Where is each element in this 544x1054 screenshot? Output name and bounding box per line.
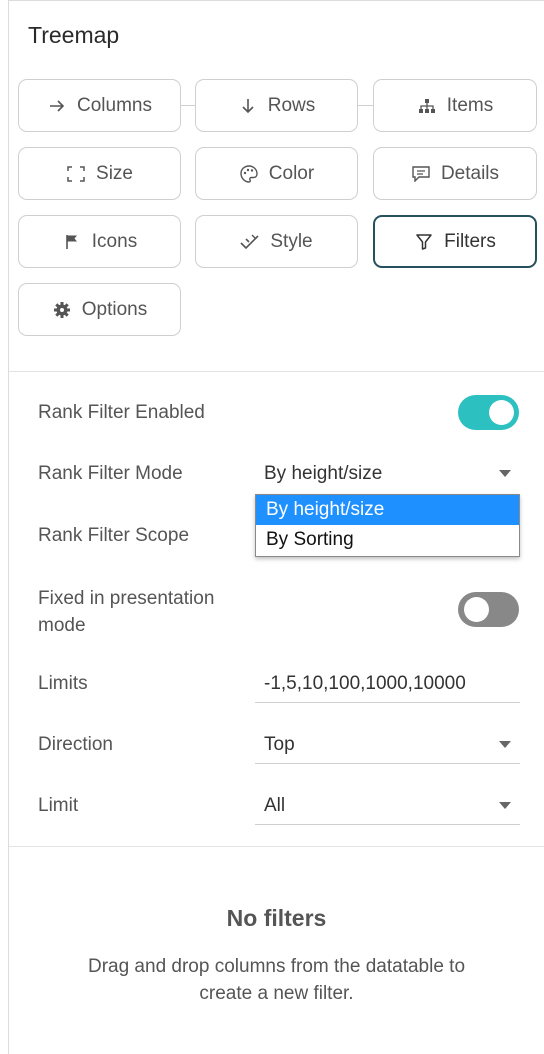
style-button-label: Style — [270, 230, 313, 252]
resize-corners-icon — [66, 164, 86, 184]
size-button-label: Size — [96, 162, 133, 184]
rows-button-label: Rows — [267, 94, 316, 116]
items-button[interactable]: Items — [373, 79, 537, 132]
direction-value: Top — [264, 733, 295, 755]
dropdown-option-by-sorting[interactable]: By Sorting — [256, 525, 519, 555]
rows-button[interactable]: Rows — [195, 79, 358, 132]
no-filters-description: Drag and drop columns from the datatable… — [87, 956, 466, 1004]
toggle-knob — [489, 400, 514, 425]
fixed-presentation-label: Fixed in presentation mode — [38, 588, 215, 636]
arrow-right-icon — [47, 96, 67, 116]
rank-filter-mode-label: Rank Filter Mode — [38, 463, 183, 484]
dropdown-option-by-height-size[interactable]: By height/size — [256, 495, 519, 525]
rank-filter-enabled-label: Rank Filter Enabled — [38, 402, 205, 423]
treemap-settings-panel: Treemap Columns Rows Items Size Color De… — [8, 0, 544, 1054]
chevron-down-icon — [499, 470, 511, 477]
color-button[interactable]: Color — [195, 147, 358, 200]
connector-line — [358, 105, 373, 106]
size-button[interactable]: Size — [18, 147, 181, 200]
columns-button-label: Columns — [77, 94, 152, 116]
rank-filter-scope-label: Rank Filter Scope — [38, 525, 190, 546]
details-button-label: Details — [440, 162, 500, 184]
palette-icon — [239, 164, 259, 184]
comment-details-icon — [411, 164, 431, 184]
items-button-label: Items — [446, 94, 494, 116]
limits-label: Limits — [38, 673, 88, 694]
limits-input[interactable]: -1,5,10,100,1000,10000 — [255, 665, 520, 703]
rank-filter-mode-value: By height/size — [264, 463, 383, 484]
rank-filter-mode-dropdown: By height/size By Sorting — [255, 494, 520, 557]
icons-button[interactable]: Icons — [18, 215, 181, 268]
connector-line — [180, 105, 195, 106]
limit-label: Limit — [38, 795, 79, 816]
rank-filter-enabled-toggle[interactable] — [458, 395, 519, 430]
filters-button-label: Filters — [444, 230, 496, 252]
brush-style-icon — [240, 232, 260, 252]
options-button-label: Options — [81, 298, 148, 320]
hierarchy-icon — [417, 96, 437, 116]
gear-icon — [52, 300, 72, 320]
limit-value: All — [264, 794, 286, 816]
color-button-label: Color — [268, 162, 315, 184]
direction-select[interactable]: Top — [255, 726, 520, 764]
arrow-down-icon — [238, 96, 258, 116]
icons-button-label: Icons — [91, 230, 138, 252]
filters-button[interactable]: Filters — [373, 215, 537, 268]
limits-value: -1,5,10,100,1000,10000 — [264, 672, 466, 694]
limit-select[interactable]: All — [255, 787, 520, 825]
chevron-down-icon — [499, 802, 511, 809]
direction-label: Direction — [38, 734, 113, 755]
no-filters-title: No filters — [226, 905, 327, 931]
chevron-down-icon — [499, 741, 511, 748]
section-divider — [9, 371, 544, 372]
panel-title: Treemap — [28, 22, 120, 48]
columns-button[interactable]: Columns — [18, 79, 181, 132]
details-button[interactable]: Details — [373, 147, 537, 200]
filter-funnel-icon — [414, 232, 434, 252]
toggle-knob — [464, 597, 489, 622]
flag-icon — [62, 232, 82, 252]
fixed-presentation-toggle[interactable] — [458, 592, 519, 627]
options-button[interactable]: Options — [18, 283, 181, 336]
style-button[interactable]: Style — [195, 215, 358, 268]
section-divider — [9, 846, 544, 847]
rank-filter-mode-select[interactable]: By height/size — [255, 455, 520, 493]
